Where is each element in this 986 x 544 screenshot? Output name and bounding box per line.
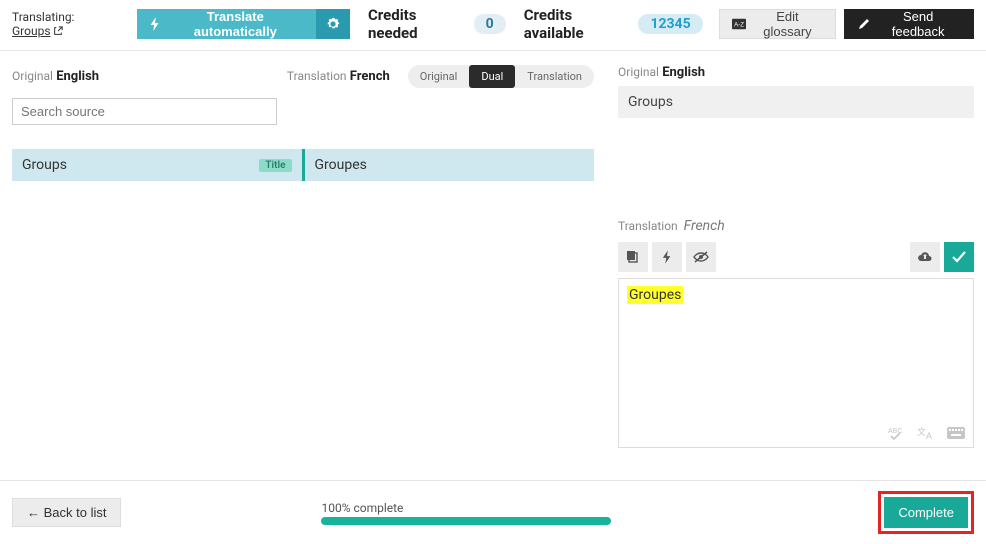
source-list-panel: Original English Translation French Orig…: [12, 65, 594, 448]
toggle-dual[interactable]: Dual: [469, 65, 515, 88]
detail-original-header: Original English: [618, 65, 974, 80]
translate-icon[interactable]: 文A: [915, 423, 937, 443]
credits-needed-label: Credits needed: [368, 6, 466, 42]
credits-available-value: 12345: [638, 14, 702, 34]
auto-translate-one-button[interactable]: [652, 242, 682, 272]
keyboard-icon[interactable]: [945, 423, 967, 443]
editor-footer-tools: ABC 文A: [885, 423, 967, 443]
translating-link[interactable]: Groups: [12, 24, 63, 38]
back-to-list-button[interactable]: ← Back to list: [12, 498, 121, 527]
target-cell: Groupes: [302, 149, 595, 181]
progress-bar: [321, 517, 611, 525]
translation-editor[interactable]: Groupes ABC 文A: [618, 278, 974, 448]
confirm-translation-button[interactable]: [944, 242, 974, 272]
detail-original-label: Original: [618, 65, 659, 79]
detail-original-text: Groups: [618, 86, 974, 118]
translate-auto-label: Translate automatically: [167, 9, 304, 39]
detail-translation-header: Translation French: [618, 218, 974, 234]
edit-glossary-button[interactable]: A-Z Edit glossary: [719, 9, 837, 39]
field-tag: Title: [259, 159, 291, 172]
complete-highlight: Complete: [878, 491, 974, 534]
glossary-icon: A-Z: [732, 18, 746, 30]
copy-source-button[interactable]: [618, 242, 648, 272]
svg-text:ABC: ABC: [888, 428, 902, 435]
svg-text:A: A: [926, 431, 932, 441]
translation-header-label: Translation: [287, 69, 347, 83]
credits-available-label: Credits available: [524, 6, 631, 42]
toggle-original[interactable]: Original: [408, 65, 470, 88]
pencil-icon: [858, 18, 870, 30]
bolt-icon: [149, 17, 161, 31]
send-feedback-button[interactable]: Send feedback: [844, 9, 974, 39]
target-text: Groupes: [315, 157, 367, 173]
credits-available: Credits available 12345: [524, 6, 703, 42]
source-cell: Groups Title: [12, 149, 302, 181]
toggle-translation[interactable]: Translation: [515, 65, 594, 88]
progress: 100% complete: [321, 501, 611, 525]
translate-automatically-button[interactable]: Translate automatically: [137, 9, 316, 39]
spellcheck-icon[interactable]: ABC: [885, 423, 907, 443]
complete-button[interactable]: Complete: [884, 497, 968, 528]
translation-header-lang: French: [350, 69, 390, 84]
external-link-icon: [53, 26, 63, 36]
cloud-upload-button[interactable]: [910, 242, 940, 272]
detail-translation-label: Translation: [618, 219, 678, 233]
bottom-bar: ← Back to list 100% complete Complete: [0, 480, 986, 544]
detail-translation-lang: French: [684, 218, 725, 234]
gear-icon: [326, 17, 340, 31]
translation-row[interactable]: Groups Title Groupes: [12, 149, 594, 181]
list-headers: Original English Translation French Orig…: [12, 65, 594, 88]
source-text: Groups: [22, 157, 67, 173]
top-bar: Translating: Groups Translate automatica…: [0, 0, 986, 51]
translation-section: Translation French: [618, 218, 974, 448]
translate-settings-button[interactable]: [316, 9, 350, 39]
svg-text:A-Z: A-Z: [734, 22, 744, 29]
svg-text:文: 文: [917, 426, 926, 437]
credits-needed-value: 0: [474, 14, 506, 34]
editor-highlighted-text: Groupes: [627, 286, 683, 304]
send-feedback-label: Send feedback: [876, 9, 960, 39]
main-area: Original English Translation French Orig…: [0, 51, 986, 448]
detail-original-lang: English: [662, 65, 705, 80]
credits-needed: Credits needed 0: [368, 6, 506, 42]
editor-toolbar: [618, 242, 974, 272]
hide-button[interactable]: [686, 242, 716, 272]
search-input[interactable]: [12, 98, 277, 125]
original-header-label: Original: [12, 69, 53, 83]
detail-panel: Original English Groups Translation Fren…: [618, 65, 974, 448]
edit-glossary-label: Edit glossary: [752, 9, 824, 39]
original-header-lang: English: [56, 69, 99, 84]
translating-label-text: Translating:: [12, 10, 74, 24]
view-toggle: Original Dual Translation: [408, 65, 594, 88]
progress-label: 100% complete: [321, 501, 611, 515]
translating-link-text: Groups: [12, 24, 51, 38]
translate-auto-group: Translate automatically: [137, 9, 350, 39]
translating-label: Translating: Groups: [12, 10, 125, 38]
